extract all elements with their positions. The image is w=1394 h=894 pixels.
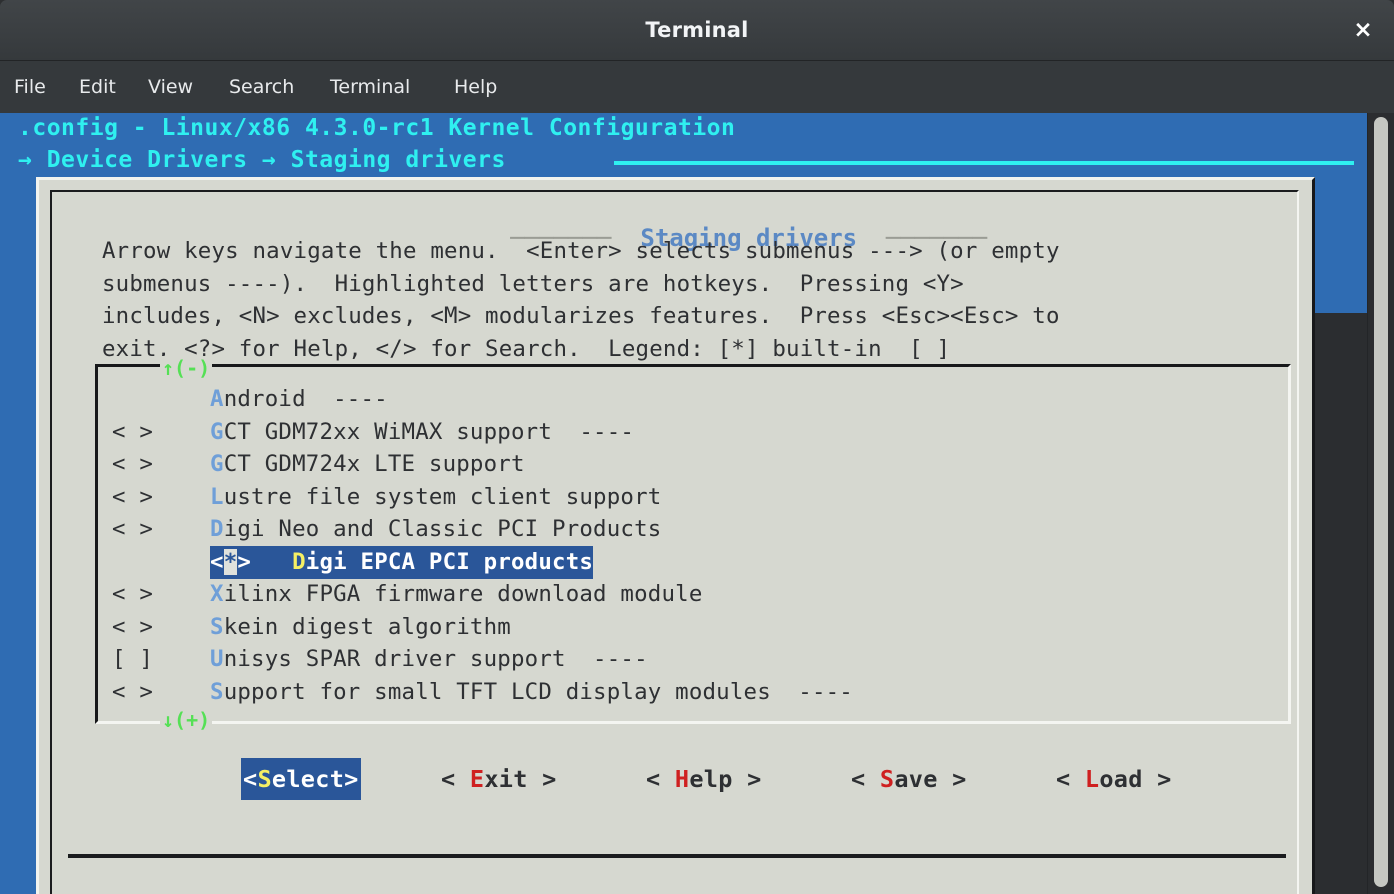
button-exit[interactable]: < Exit > [441, 758, 557, 800]
button-hotkey: S [879, 765, 895, 793]
menu-item-mark[interactable]: < > [98, 481, 210, 514]
button-hotkey: L [1084, 765, 1100, 793]
menu-item-content: < > Digi Neo and Classic PCI Products [98, 513, 661, 546]
menu-item-label: ustre file system client support [223, 483, 662, 510]
menu-list-item[interactable]: < > Lustre file system client support [98, 481, 1294, 514]
menu-list-item[interactable]: < > Support for small TFT LCD display mod… [98, 676, 1294, 709]
menu-item-mark[interactable]: < > [98, 416, 210, 449]
menu-item-hotkey: G [210, 451, 224, 477]
text-cursor: * [223, 548, 238, 575]
menu-item-label: kein digest algorithm [223, 613, 511, 640]
menu-item-label: upport for small TFT LCD display modules… [223, 678, 853, 705]
menu-item-hotkey: S [210, 678, 224, 705]
menu-item-mark[interactable]: <*> [210, 545, 293, 579]
menu-list-item[interactable]: < > GCT GDM724x LTE support [98, 448, 1294, 481]
menu-item-content: < > Support for small TFT LCD display mod… [98, 676, 853, 709]
menu-item-content: < > GCT GDM72xx WiMAX support ---- [98, 416, 634, 449]
config-dialog: ─────── Staging drivers ─────── Arrow ke… [36, 177, 1315, 894]
menu-item-label: Digi EPCA PCI products [292, 545, 594, 579]
menu-item-content: Android ---- [98, 383, 388, 416]
menu-item-label: igi Neo and Classic PCI Products [223, 516, 662, 542]
terminal-scrollbar[interactable] [1367, 113, 1394, 894]
menu-item-search[interactable]: Search [229, 61, 294, 113]
menu-item-content: < > GCT GDM724x LTE support [98, 448, 525, 481]
menu-item-mark[interactable]: < > [98, 448, 210, 481]
terminal-screen[interactable]: .config - Linux/x86 4.3.0-rc1 Kernel Con… [0, 113, 1394, 894]
menu-item-label: CT GDM724x LTE support [223, 451, 525, 477]
breadcrumb: → Device Drivers → Staging drivers [18, 147, 506, 173]
menu-item-hotkey: G [210, 418, 224, 445]
button-hotkey: H [674, 765, 690, 793]
title-bar: Terminal × [0, 0, 1394, 61]
menu-item-mark[interactable]: [ ] [98, 643, 210, 676]
close-icon[interactable]: × [1346, 14, 1380, 46]
kernel-config-title: .config - Linux/x86 4.3.0-rc1 Kernel Con… [18, 115, 736, 141]
menu-item-terminal[interactable]: Terminal [330, 61, 410, 113]
menu-list-item[interactable]: < > Skein digest algorithm [98, 611, 1294, 644]
menu-item-content: < > Xilinx FPGA firmware download module [98, 578, 703, 611]
menu-item-content: < > Lustre file system client support [98, 481, 661, 514]
breadcrumb-rule [614, 161, 1354, 165]
menu-item-hotkey: A [210, 386, 224, 412]
button-bar-rule [68, 854, 1286, 858]
dialog-help-text: Arrow keys navigate the menu. <Enter> se… [102, 238, 1060, 362]
menu-list: Android ---- < > GCT GDM72xx WiMAX support… [98, 383, 1294, 708]
menu-list-item[interactable]: < > Xilinx FPGA firmware download module [98, 578, 1294, 611]
menu-item-hotkey: S [210, 613, 224, 640]
terminal-window: Terminal × File Edit View Search Termina… [0, 0, 1394, 894]
menu-item-edit[interactable]: Edit [79, 61, 116, 113]
menu-list-item[interactable]: <*> Digi EPCA PCI products [98, 545, 1294, 579]
menu-item-content: < > Skein digest algorithm [98, 611, 511, 644]
menu-item-label: ndroid ---- [223, 386, 388, 412]
menu-item-label: nisys SPAR driver support ---- [223, 646, 648, 672]
menu-list-item[interactable]: < > Digi Neo and Classic PCI Products [98, 513, 1294, 546]
menu-item-hotkey: U [210, 646, 224, 672]
menu-item-label: CT GDM72xx WiMAX support ---- [223, 418, 635, 445]
menu-list-item[interactable]: [ ] Unisys SPAR driver support ---- [98, 643, 1294, 676]
menu-item-hotkey: L [210, 483, 224, 510]
button-select[interactable]: <Select> [241, 758, 361, 800]
menu-item-label: ilinx FPGA firmware download module [223, 581, 703, 607]
menu-list-item[interactable]: < > GCT GDM72xx WiMAX support ---- [98, 416, 1294, 449]
dialog-button-bar: <Select> < Exit > < Help > < Save > < Load > [63, 758, 1312, 830]
menu-item-view[interactable]: View [148, 61, 193, 113]
button-help[interactable]: < Help > [646, 758, 762, 800]
menu-item-mark[interactable]: < > [98, 611, 210, 644]
button-hotkey: E [469, 765, 485, 793]
menu-item-mark[interactable]: < > [98, 513, 210, 546]
menu-bar: File Edit View Search Terminal Help [0, 61, 1394, 114]
button-save[interactable]: < Save > [851, 758, 967, 800]
terminal-scrollbar-thumb[interactable] [1374, 117, 1388, 887]
menu-item-content: <*> Digi EPCA PCI products [210, 545, 594, 579]
menu-item-hotkey: D [292, 548, 306, 575]
dialog-inner-panel: ─────── Staging drivers ─────── Arrow ke… [50, 190, 1299, 894]
menu-item-content: [ ] Unisys SPAR driver support ---- [98, 643, 648, 676]
button-load[interactable]: < Load > [1056, 758, 1172, 800]
menu-item-help[interactable]: Help [454, 61, 497, 113]
menu-list-frame: Android ---- < > GCT GDM72xx WiMAX support… [95, 364, 1291, 724]
scroll-down-indicator[interactable]: ↓(+) [160, 708, 213, 732]
menu-list-item[interactable]: Android ---- [98, 383, 1294, 416]
menu-item-hotkey: X [210, 581, 224, 607]
menu-item-hotkey: D [210, 516, 224, 542]
scroll-up-indicator[interactable]: ↑(-) [160, 356, 213, 380]
menu-item-file[interactable]: File [14, 61, 46, 113]
menu-item-mark[interactable]: < > [98, 578, 210, 611]
menu-item-mark[interactable]: < > [98, 676, 210, 709]
window-title: Terminal [645, 18, 749, 42]
button-hotkey: S [257, 765, 272, 793]
